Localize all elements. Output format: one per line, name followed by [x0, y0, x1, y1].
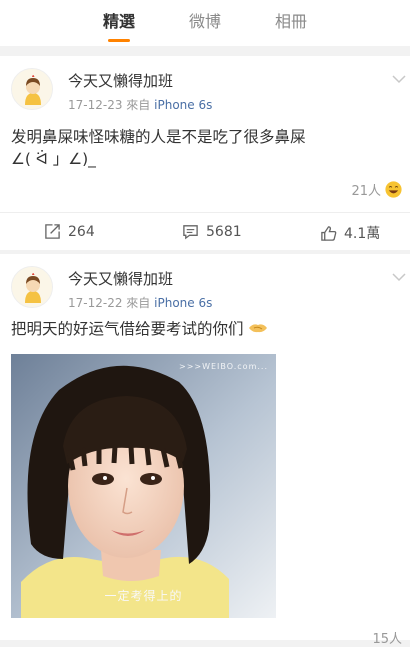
- repost-icon: [45, 224, 60, 239]
- post-date: 17-12-23: [68, 98, 123, 112]
- post-source-prefix: 來自: [126, 98, 151, 112]
- post-meta: 17-12-22 來自 iPhone 6s: [68, 294, 212, 311]
- image-watermark: >>>WEIBO.com...: [178, 362, 268, 371]
- laughing-emoji-icon: [385, 181, 402, 198]
- post-meta: 17-12-23 來自 iPhone 6s: [68, 96, 212, 113]
- comment-count: 5681: [206, 223, 242, 240]
- post-text: 把明天的好运气借给要考试的你们: [11, 318, 268, 340]
- chevron-down-icon[interactable]: [392, 272, 406, 282]
- post-card: 今天又懶得加班 17-12-23 來自 iPhone 6s 发明鼻屎味怪味糖的人…: [0, 56, 410, 250]
- reaction-count: 21人: [351, 184, 381, 199]
- tab-weibo[interactable]: 微博: [162, 0, 248, 46]
- chevron-down-icon[interactable]: [392, 74, 406, 84]
- like-count: 4.1萬: [344, 226, 381, 242]
- like-button[interactable]: 4.1萬: [320, 223, 380, 243]
- post-username[interactable]: 今天又懶得加班: [68, 70, 173, 91]
- avatar[interactable]: [11, 266, 53, 308]
- post-text: 发明鼻屎味怪味糖的人是不是吃了很多鼻屎 ∠( ᐛ 」∠)_: [11, 126, 306, 170]
- tab-featured[interactable]: 精選: [76, 0, 162, 46]
- image-caption: 一定考得上的: [104, 589, 183, 603]
- post-image[interactable]: >>>WEIBO.com... 一定考得上的: [11, 354, 276, 618]
- post-card: 今天又懶得加班 17-12-22 來自 iPhone 6s 把明天的好运气借给要…: [0, 254, 410, 647]
- reaction-count: 15人: [372, 632, 402, 647]
- repost-count: 264: [68, 223, 95, 240]
- post-text-line: 把明天的好运气借给要考试的你们: [11, 320, 244, 338]
- handshake-emoji-icon: [249, 324, 268, 333]
- reaction-summary[interactable]: 21人: [351, 180, 402, 199]
- repost-button[interactable]: 264: [44, 223, 95, 240]
- portrait-photo: [11, 354, 276, 618]
- comment-icon: [183, 225, 198, 240]
- post-date: 17-12-22: [68, 296, 123, 310]
- post-text-line: ∠( ᐛ 」∠)_: [11, 150, 96, 168]
- post-source-prefix: 來自: [126, 296, 151, 310]
- post-source[interactable]: iPhone 6s: [154, 296, 212, 310]
- tab-bar: 精選 微博 相冊: [0, 0, 410, 46]
- post-source[interactable]: iPhone 6s: [154, 98, 212, 112]
- comment-button[interactable]: 5681: [182, 223, 242, 240]
- action-bar: 264 5681 4.1萬: [0, 213, 410, 250]
- reaction-summary[interactable]: 15人: [372, 628, 402, 647]
- avatar[interactable]: [11, 68, 53, 110]
- post-username[interactable]: 今天又懶得加班: [68, 268, 173, 289]
- thumbs-up-icon: [321, 225, 337, 241]
- post-text-line: 发明鼻屎味怪味糖的人是不是吃了很多鼻屎: [11, 128, 306, 146]
- tab-album[interactable]: 相冊: [248, 0, 334, 46]
